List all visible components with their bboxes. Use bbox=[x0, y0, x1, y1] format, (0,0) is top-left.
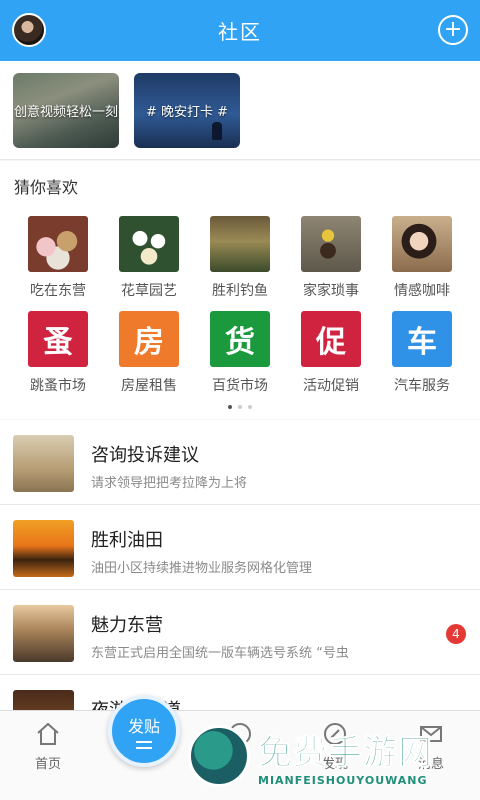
toy-photo-icon bbox=[301, 216, 361, 272]
category-promotions[interactable]: 促 活动促销 bbox=[286, 311, 376, 395]
category-gardening[interactable]: 花草园艺 bbox=[104, 216, 194, 300]
category-flea-market[interactable]: 蚤 跳蚤市场 bbox=[13, 311, 103, 395]
fishing-photo-icon bbox=[210, 216, 270, 272]
list-item-title: 咨询投诉建议 bbox=[91, 445, 199, 466]
promotion-icon: 促 bbox=[301, 311, 361, 367]
list-item[interactable]: 夜游东营道 bbox=[0, 675, 480, 710]
night-tour-thumb-icon bbox=[13, 690, 74, 710]
watermark-subtitle: MIANFEISHOUYOUWANG bbox=[258, 774, 428, 787]
category-department-store[interactable]: 货 百货市场 bbox=[195, 311, 285, 395]
list-item-title: 胜利油田 bbox=[91, 530, 163, 551]
dongying-thumb-icon bbox=[13, 605, 74, 662]
watermark-logo-icon bbox=[188, 725, 250, 787]
section-title: 猜你喜欢 bbox=[14, 178, 79, 197]
page-indicator bbox=[0, 405, 480, 409]
cat-silhouette-icon bbox=[212, 122, 222, 140]
site-watermark: 免费手游网 MIANFEISHOUYOUWANG bbox=[182, 712, 480, 800]
housing-icon: 房 bbox=[119, 311, 179, 367]
goods-icon: 货 bbox=[210, 311, 270, 367]
banner-creative-video[interactable]: 创意视频轻松一刻 bbox=[13, 73, 119, 148]
page-title: 社区 bbox=[218, 20, 262, 44]
list-item[interactable]: 咨询投诉建议 请求领导把把考拉降为上将 bbox=[0, 420, 480, 505]
page-dot bbox=[228, 405, 232, 409]
category-label: 汽车服务 bbox=[394, 378, 450, 394]
post-button-label: 发贴 bbox=[127, 717, 160, 736]
add-button[interactable]: + bbox=[438, 15, 468, 45]
category-label: 家家琐事 bbox=[303, 283, 359, 299]
category-label: 胜利钓鱼 bbox=[212, 283, 268, 299]
list-item-title: 魅力东营 bbox=[91, 615, 163, 636]
post-button[interactable]: 发贴 bbox=[108, 695, 180, 767]
category-label: 百货市场 bbox=[212, 378, 268, 394]
category-label: 活动促销 bbox=[303, 378, 359, 394]
guess-you-like-section: 猜你喜欢 吃在东营 花草园艺 胜利钓鱼 家家琐事 情感咖啡 蚤 跳蚤市场 房 房… bbox=[0, 161, 480, 419]
banner-label: 创意视频轻松一刻 bbox=[13, 105, 118, 120]
list-item-subtitle: 东营正式启用全国统一版车辆选号系统 “号虫 bbox=[91, 646, 349, 661]
flea-market-icon: 蚤 bbox=[28, 311, 88, 367]
app-header: 社区 + bbox=[0, 0, 480, 61]
watermark-title: 免费手游网 bbox=[258, 733, 433, 774]
category-emotion-cafe[interactable]: 情感咖啡 bbox=[377, 216, 467, 300]
category-car-service[interactable]: 车 汽车服务 bbox=[377, 311, 467, 395]
food-photo-icon bbox=[28, 216, 88, 272]
unread-badge: 4 bbox=[446, 624, 466, 644]
banner-goodnight-checkin[interactable]: # 晚安打卡 # bbox=[134, 73, 240, 148]
tab-home[interactable]: 首页 bbox=[13, 721, 83, 772]
car-icon: 车 bbox=[392, 311, 452, 367]
category-label: 房屋租售 bbox=[121, 378, 177, 394]
category-housing[interactable]: 房 房屋租售 bbox=[104, 311, 194, 395]
category-label: 情感咖啡 bbox=[394, 283, 450, 299]
girl-photo-icon bbox=[392, 216, 452, 272]
home-icon bbox=[37, 722, 59, 745]
banner-label: # 晚安打卡 # bbox=[145, 105, 229, 120]
category-fishing[interactable]: 胜利钓鱼 bbox=[195, 216, 285, 300]
menu-lines-icon bbox=[136, 741, 152, 749]
category-label: 跳蚤市场 bbox=[30, 378, 86, 394]
list-item[interactable]: 魅力东营 东营正式启用全国统一版车辆选号系统 “号虫 bbox=[0, 590, 480, 675]
flower-photo-icon bbox=[119, 216, 179, 272]
category-label: 花草园艺 bbox=[121, 283, 177, 299]
page-dot bbox=[238, 405, 242, 409]
oilfield-thumb-icon bbox=[13, 520, 74, 577]
category-food[interactable]: 吃在东营 bbox=[13, 216, 103, 300]
list-item-subtitle: 请求领导把把考拉降为上将 bbox=[91, 476, 248, 491]
category-household[interactable]: 家家琐事 bbox=[286, 216, 376, 300]
page-dot bbox=[248, 405, 252, 409]
complaint-thumb-icon bbox=[13, 435, 74, 492]
list-item[interactable]: 胜利油田 油田小区持续推进物业服务网格化管理 bbox=[0, 505, 480, 590]
plus-icon: + bbox=[443, 17, 463, 42]
banner-strip: 创意视频轻松一刻 # 晚安打卡 # bbox=[0, 61, 480, 160]
category-label: 吃在东营 bbox=[30, 283, 86, 299]
tab-label: 首页 bbox=[34, 757, 61, 772]
avatar[interactable] bbox=[12, 13, 46, 47]
forum-list: 咨询投诉建议 请求领导把把考拉降为上将 胜利油田 油田小区持续推进物业服务网格化… bbox=[0, 420, 480, 710]
list-item-subtitle: 油田小区持续推进物业服务网格化管理 bbox=[91, 561, 313, 576]
watermark-text: 免费手游网 MIANFEISHOUYOUWANG bbox=[258, 725, 433, 788]
